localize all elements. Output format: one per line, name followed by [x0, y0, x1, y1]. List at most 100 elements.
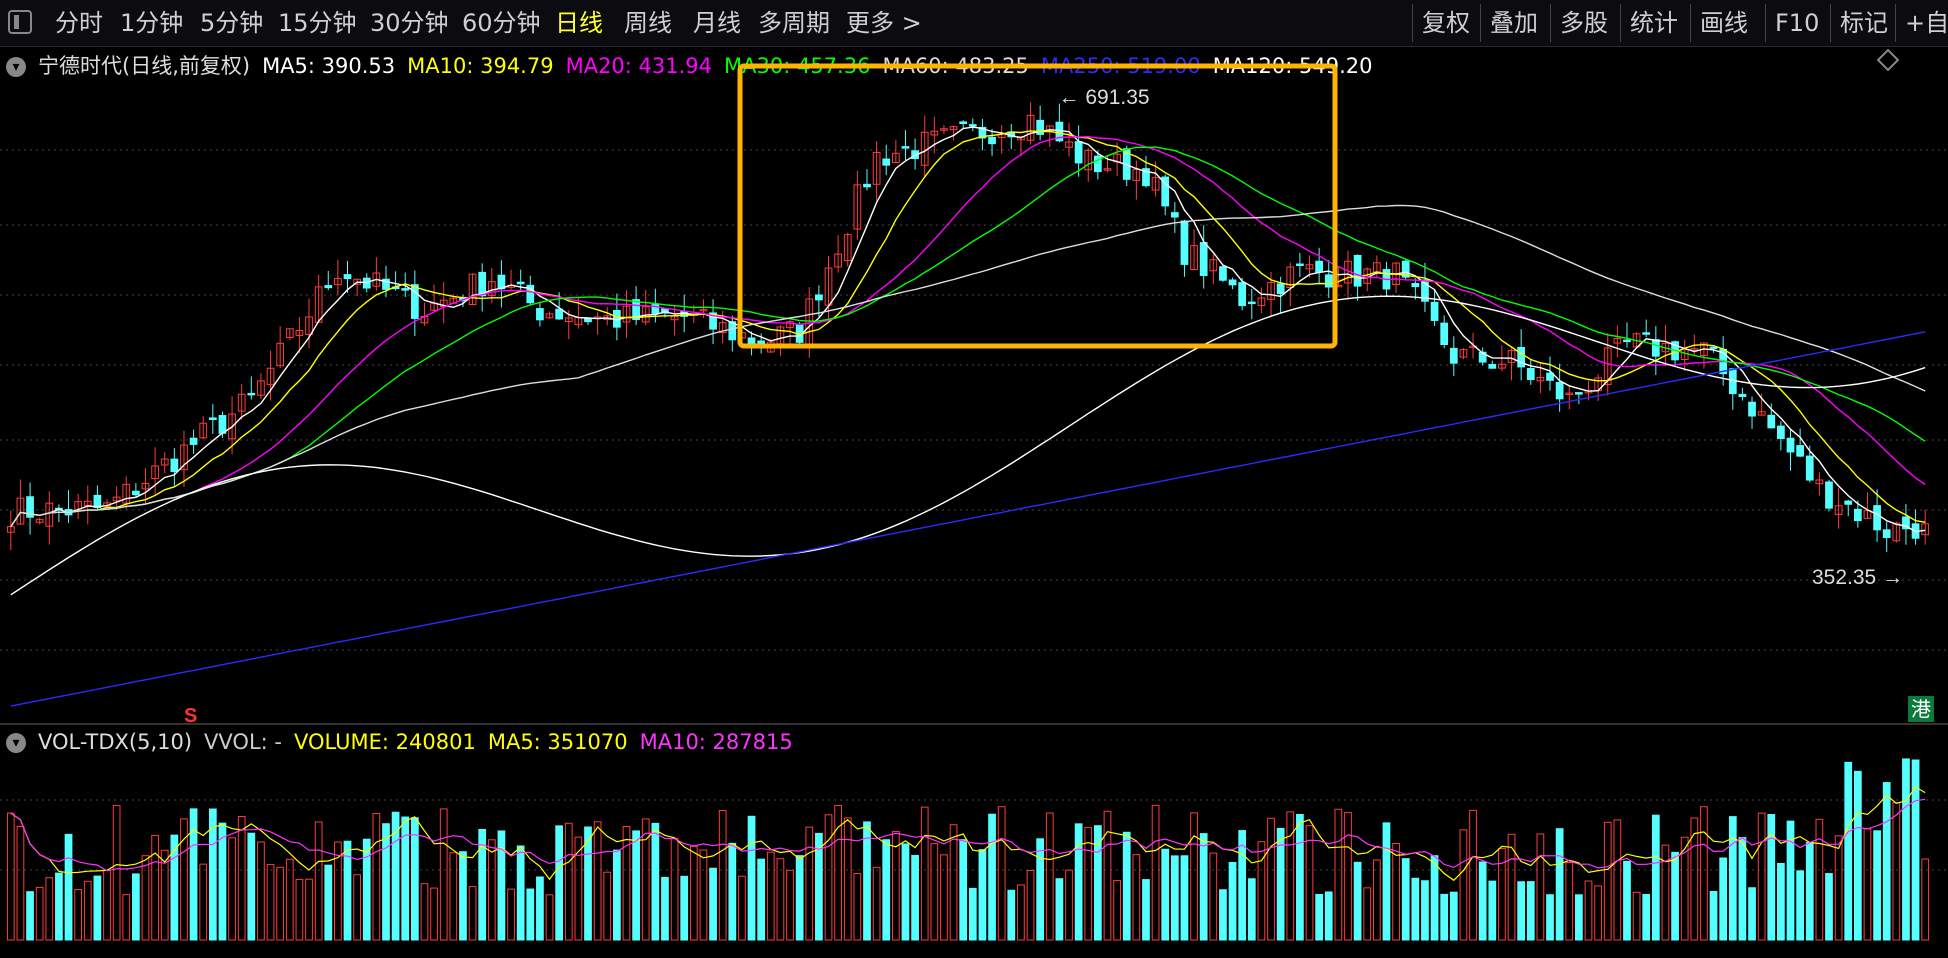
volume-bar: [526, 888, 535, 941]
volume-bar: [1844, 761, 1853, 941]
volume-bar: [603, 871, 612, 941]
tool-button-3[interactable]: 统计: [1630, 0, 1678, 46]
period-tab-7[interactable]: 周线: [624, 0, 672, 46]
candle-body: [747, 337, 756, 344]
candle-body: [1296, 263, 1304, 267]
volume-bar: [1738, 837, 1747, 941]
tool-button-0[interactable]: 复权: [1422, 0, 1470, 46]
volume-bar: [93, 875, 102, 941]
volume-ma-line: [10, 798, 1926, 872]
volume-bar: [1517, 881, 1526, 941]
candle-body: [555, 308, 564, 320]
volume-bar: [1228, 861, 1237, 941]
tool-button-7[interactable]: +自选: [1905, 0, 1948, 46]
low-price-label: 352.35 →: [1812, 566, 1903, 589]
candle-body: [516, 281, 525, 285]
candle-body: [132, 490, 140, 496]
volume-bar: [1526, 881, 1535, 941]
sidebar-toggle-icon[interactable]: [8, 10, 32, 34]
legend-item-3: MA10: 287815: [639, 730, 793, 754]
volume-bar: [1324, 891, 1333, 941]
volume-bar: [1151, 804, 1160, 941]
volume-bar: [1065, 869, 1073, 941]
candle-body: [1825, 481, 1833, 509]
volume-bar: [968, 887, 977, 941]
chevron-down-icon[interactable]: ▾: [6, 733, 26, 753]
volume-bar: [1777, 862, 1785, 941]
ma-line-ma5: [10, 126, 1926, 533]
hk-badge[interactable]: 港: [1908, 696, 1934, 722]
candle-body: [1276, 283, 1285, 295]
period-tab-6[interactable]: 日线: [555, 0, 603, 46]
volume-bar: [151, 834, 159, 941]
volume-bar: [1651, 814, 1660, 941]
volume-bar: [949, 824, 958, 941]
volume-bar: [622, 826, 631, 941]
volume-bar: [83, 880, 92, 941]
volume-bar: [1892, 802, 1901, 941]
volume-bar: [555, 825, 564, 941]
volume-bar: [1594, 885, 1602, 941]
volume-bar: [564, 822, 573, 941]
volume-bar: [1575, 894, 1583, 941]
candle-body: [1575, 392, 1583, 395]
volume-bar: [372, 813, 381, 941]
candle-body: [815, 294, 823, 301]
volume-bar: [382, 823, 390, 941]
volume-bar: [1411, 877, 1420, 941]
candle-body: [863, 183, 871, 188]
volume-bar: [1180, 855, 1189, 941]
candle-body: [1180, 220, 1189, 265]
tool-button-4[interactable]: 画线: [1700, 0, 1748, 46]
candle-body: [343, 274, 352, 280]
volume-bar: [1642, 893, 1651, 941]
tool-button-6[interactable]: 标记: [1840, 0, 1888, 46]
candle-body: [1430, 301, 1439, 321]
volume-bar: [132, 873, 140, 941]
volume-bar: [632, 830, 640, 941]
volume-bar: [651, 822, 660, 941]
legend-item-1: VOLUME: 240801: [293, 730, 476, 754]
volume-bar: [1565, 862, 1574, 941]
tool-button-2[interactable]: 多股: [1560, 0, 1608, 46]
volume-bar: [1421, 880, 1429, 941]
period-tab-1[interactable]: 1分钟: [120, 0, 183, 46]
volume-bar: [362, 838, 371, 941]
volume-bar: [410, 817, 419, 941]
period-tab-9[interactable]: 多周期: [758, 0, 830, 46]
period-tab-3[interactable]: 15分钟: [278, 0, 357, 46]
volume-bar: [680, 875, 689, 941]
candle-body: [1882, 529, 1891, 538]
volume-bar: [1113, 880, 1121, 941]
period-tab-5[interactable]: 60分钟: [462, 0, 541, 46]
period-tab-2[interactable]: 5分钟: [200, 0, 263, 46]
volume-bar: [1440, 893, 1449, 941]
period-tab-10[interactable]: 更多 >: [846, 0, 922, 46]
volume-bar: [738, 875, 746, 941]
volume-bar: [1382, 822, 1391, 941]
volume-title: VOL-TDX(5,10): [38, 730, 193, 754]
volume-bar: [1719, 857, 1728, 941]
period-tab-8[interactable]: 月线: [693, 0, 741, 46]
volume-bar: [1757, 812, 1766, 941]
moving-average-lines: [10, 126, 1926, 707]
candle-body: [1074, 141, 1083, 164]
period-tab-0[interactable]: 分时: [55, 0, 103, 46]
volume-bar: [940, 854, 948, 941]
volume-bar: [805, 826, 814, 941]
tool-button-5[interactable]: F10: [1775, 0, 1819, 46]
volume-bar: [1199, 833, 1208, 941]
candle-body: [1449, 347, 1458, 364]
candle-body: [247, 392, 256, 396]
candle-body: [1786, 437, 1795, 453]
volume-bar: [334, 841, 342, 941]
tool-button-1[interactable]: 叠加: [1490, 0, 1538, 46]
volume-bar: [1353, 861, 1362, 941]
volume-bar: [1161, 848, 1170, 941]
candle-body: [1853, 508, 1862, 522]
candle-body: [170, 458, 179, 473]
volume-bar: [776, 858, 785, 941]
volume-bar: [1834, 835, 1843, 941]
period-tab-4[interactable]: 30分钟: [370, 0, 449, 46]
candle-body: [1238, 282, 1247, 307]
